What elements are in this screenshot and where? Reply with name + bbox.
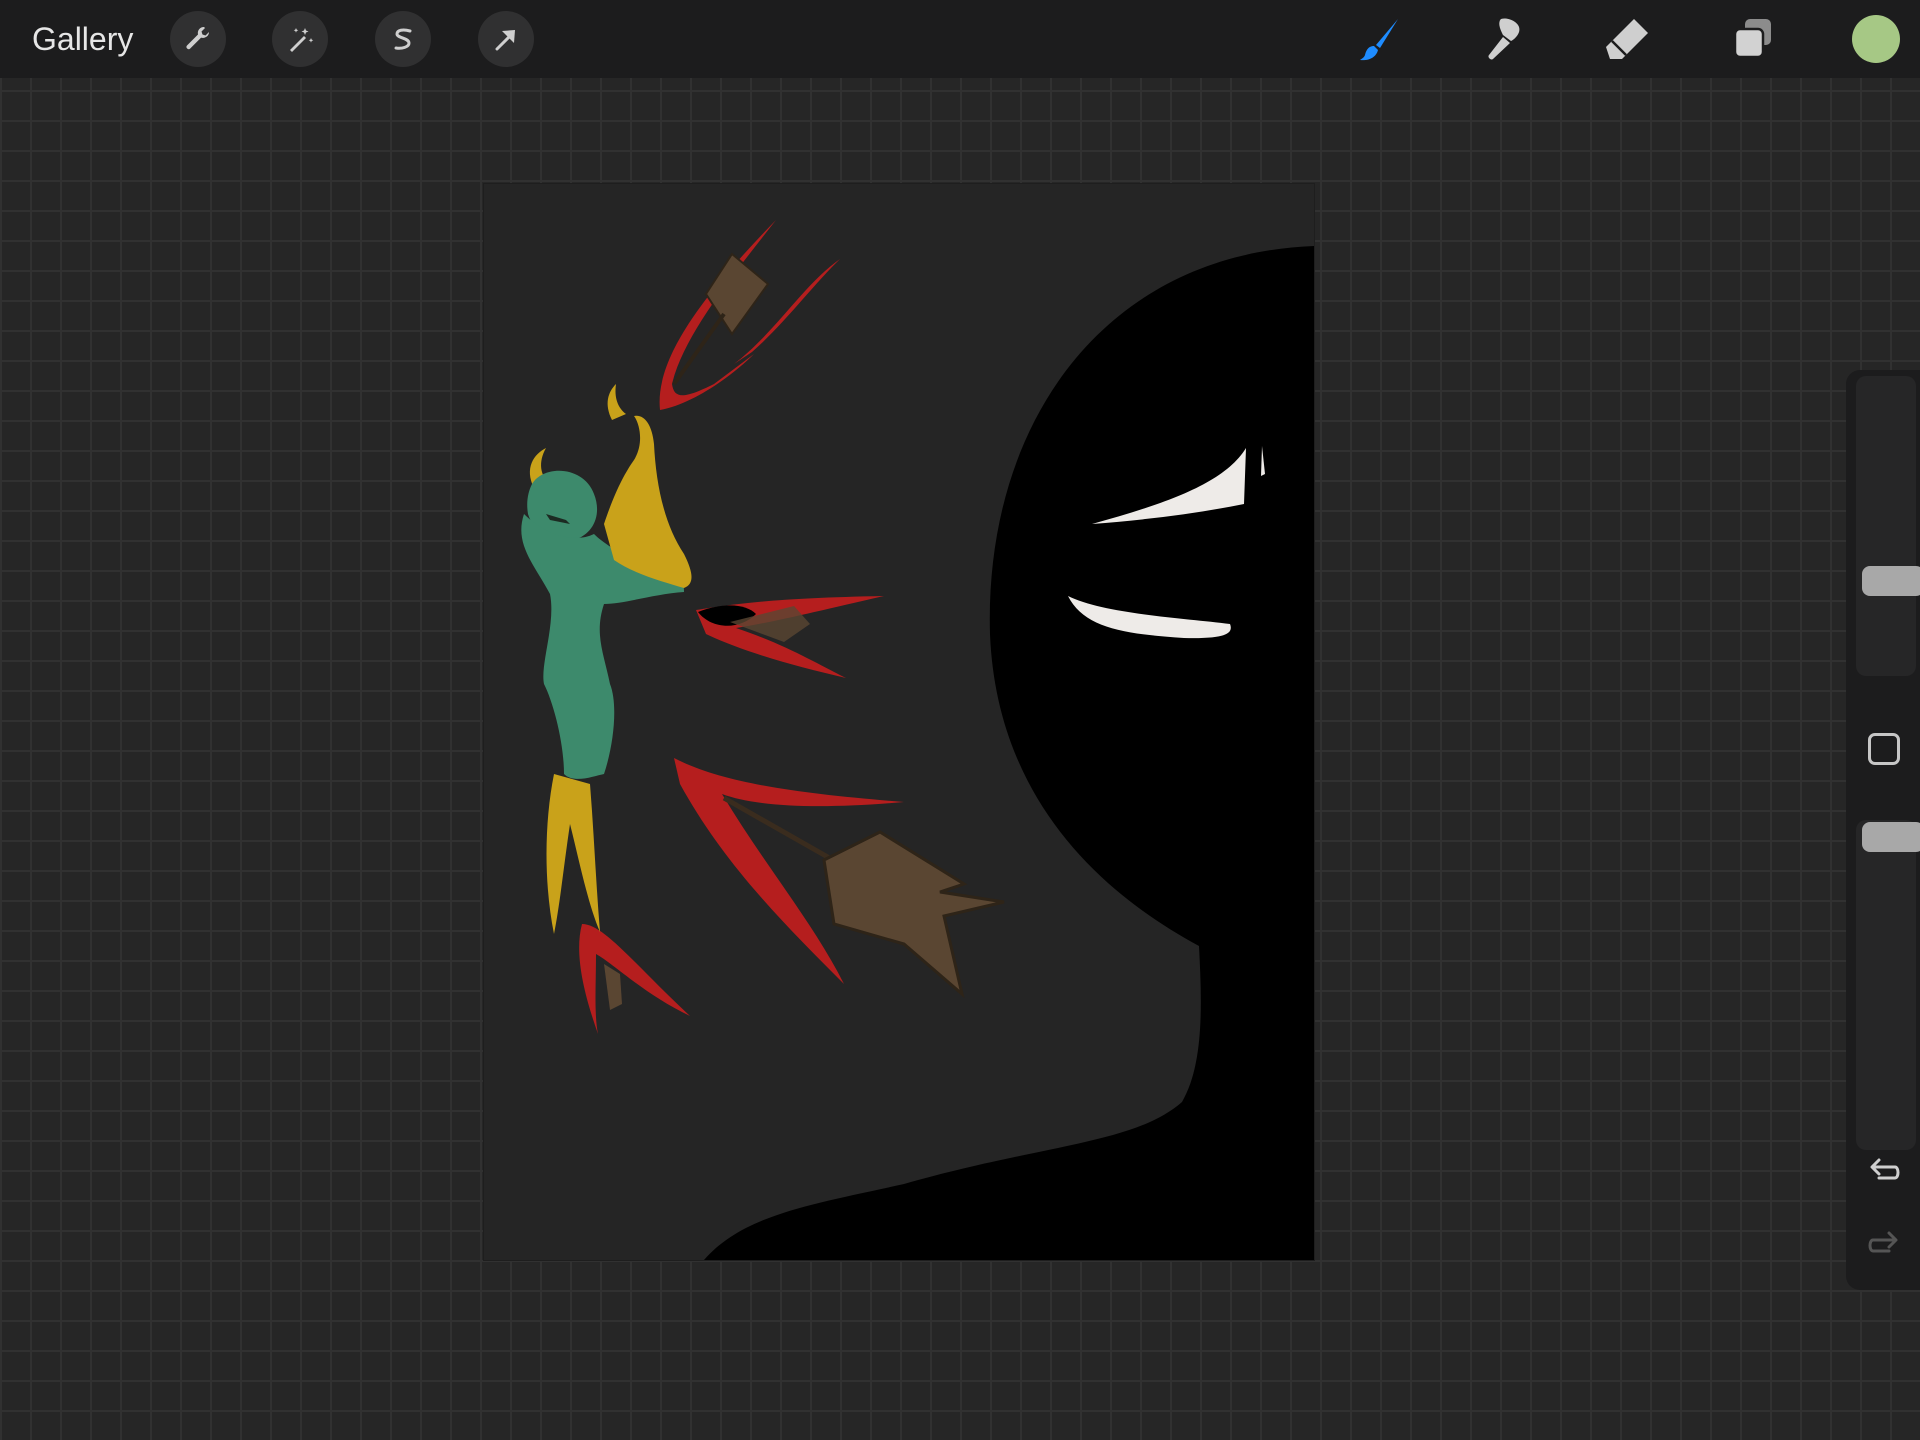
opacity-thumb[interactable] <box>1862 822 1920 852</box>
selection-button[interactable] <box>375 11 431 67</box>
redo-icon[interactable] <box>1865 1225 1903 1263</box>
smudge-tool-button[interactable] <box>1475 9 1535 69</box>
gallery-button[interactable]: Gallery <box>32 18 133 60</box>
undo-icon[interactable] <box>1865 1152 1903 1190</box>
arrow-large-fletching <box>822 830 1005 999</box>
procreate-app: Gallery <box>0 0 1920 1440</box>
layers-button[interactable] <box>1723 9 1783 69</box>
artwork <box>521 220 1314 1260</box>
top-toolbar: Gallery <box>0 0 1920 78</box>
smudge-icon <box>1488 18 1520 60</box>
adjustments-button[interactable] <box>272 11 328 67</box>
selection-icon <box>394 28 412 50</box>
character-legs <box>546 774 600 934</box>
transform-arrow-icon <box>495 30 515 51</box>
arrow-top <box>704 252 770 336</box>
transform-button[interactable] <box>478 11 534 67</box>
layers-icon <box>1733 19 1771 59</box>
brush-size-thumb[interactable] <box>1862 566 1920 596</box>
character-hand-horn <box>607 384 626 420</box>
color-picker-button[interactable] <box>1852 15 1900 63</box>
magic-wand-icon <box>290 28 314 52</box>
drawing-canvas[interactable] <box>484 184 1314 1260</box>
opacity-slider[interactable] <box>1856 820 1920 1150</box>
eraser-tool-button[interactable] <box>1598 9 1658 69</box>
actions-button[interactable] <box>170 11 226 67</box>
arrow-bottom <box>604 964 622 1010</box>
side-toolbar <box>1846 370 1920 1290</box>
red-streak-bottom <box>579 924 690 1034</box>
silhouette-figure <box>704 246 1314 1260</box>
wrench-icon <box>186 26 209 50</box>
brush-tool-button[interactable] <box>1350 9 1410 69</box>
brush-icon <box>1360 19 1398 61</box>
brush-size-slider[interactable] <box>1856 376 1920 676</box>
modify-square-icon[interactable] <box>1868 733 1900 765</box>
eraser-icon <box>1606 19 1648 59</box>
